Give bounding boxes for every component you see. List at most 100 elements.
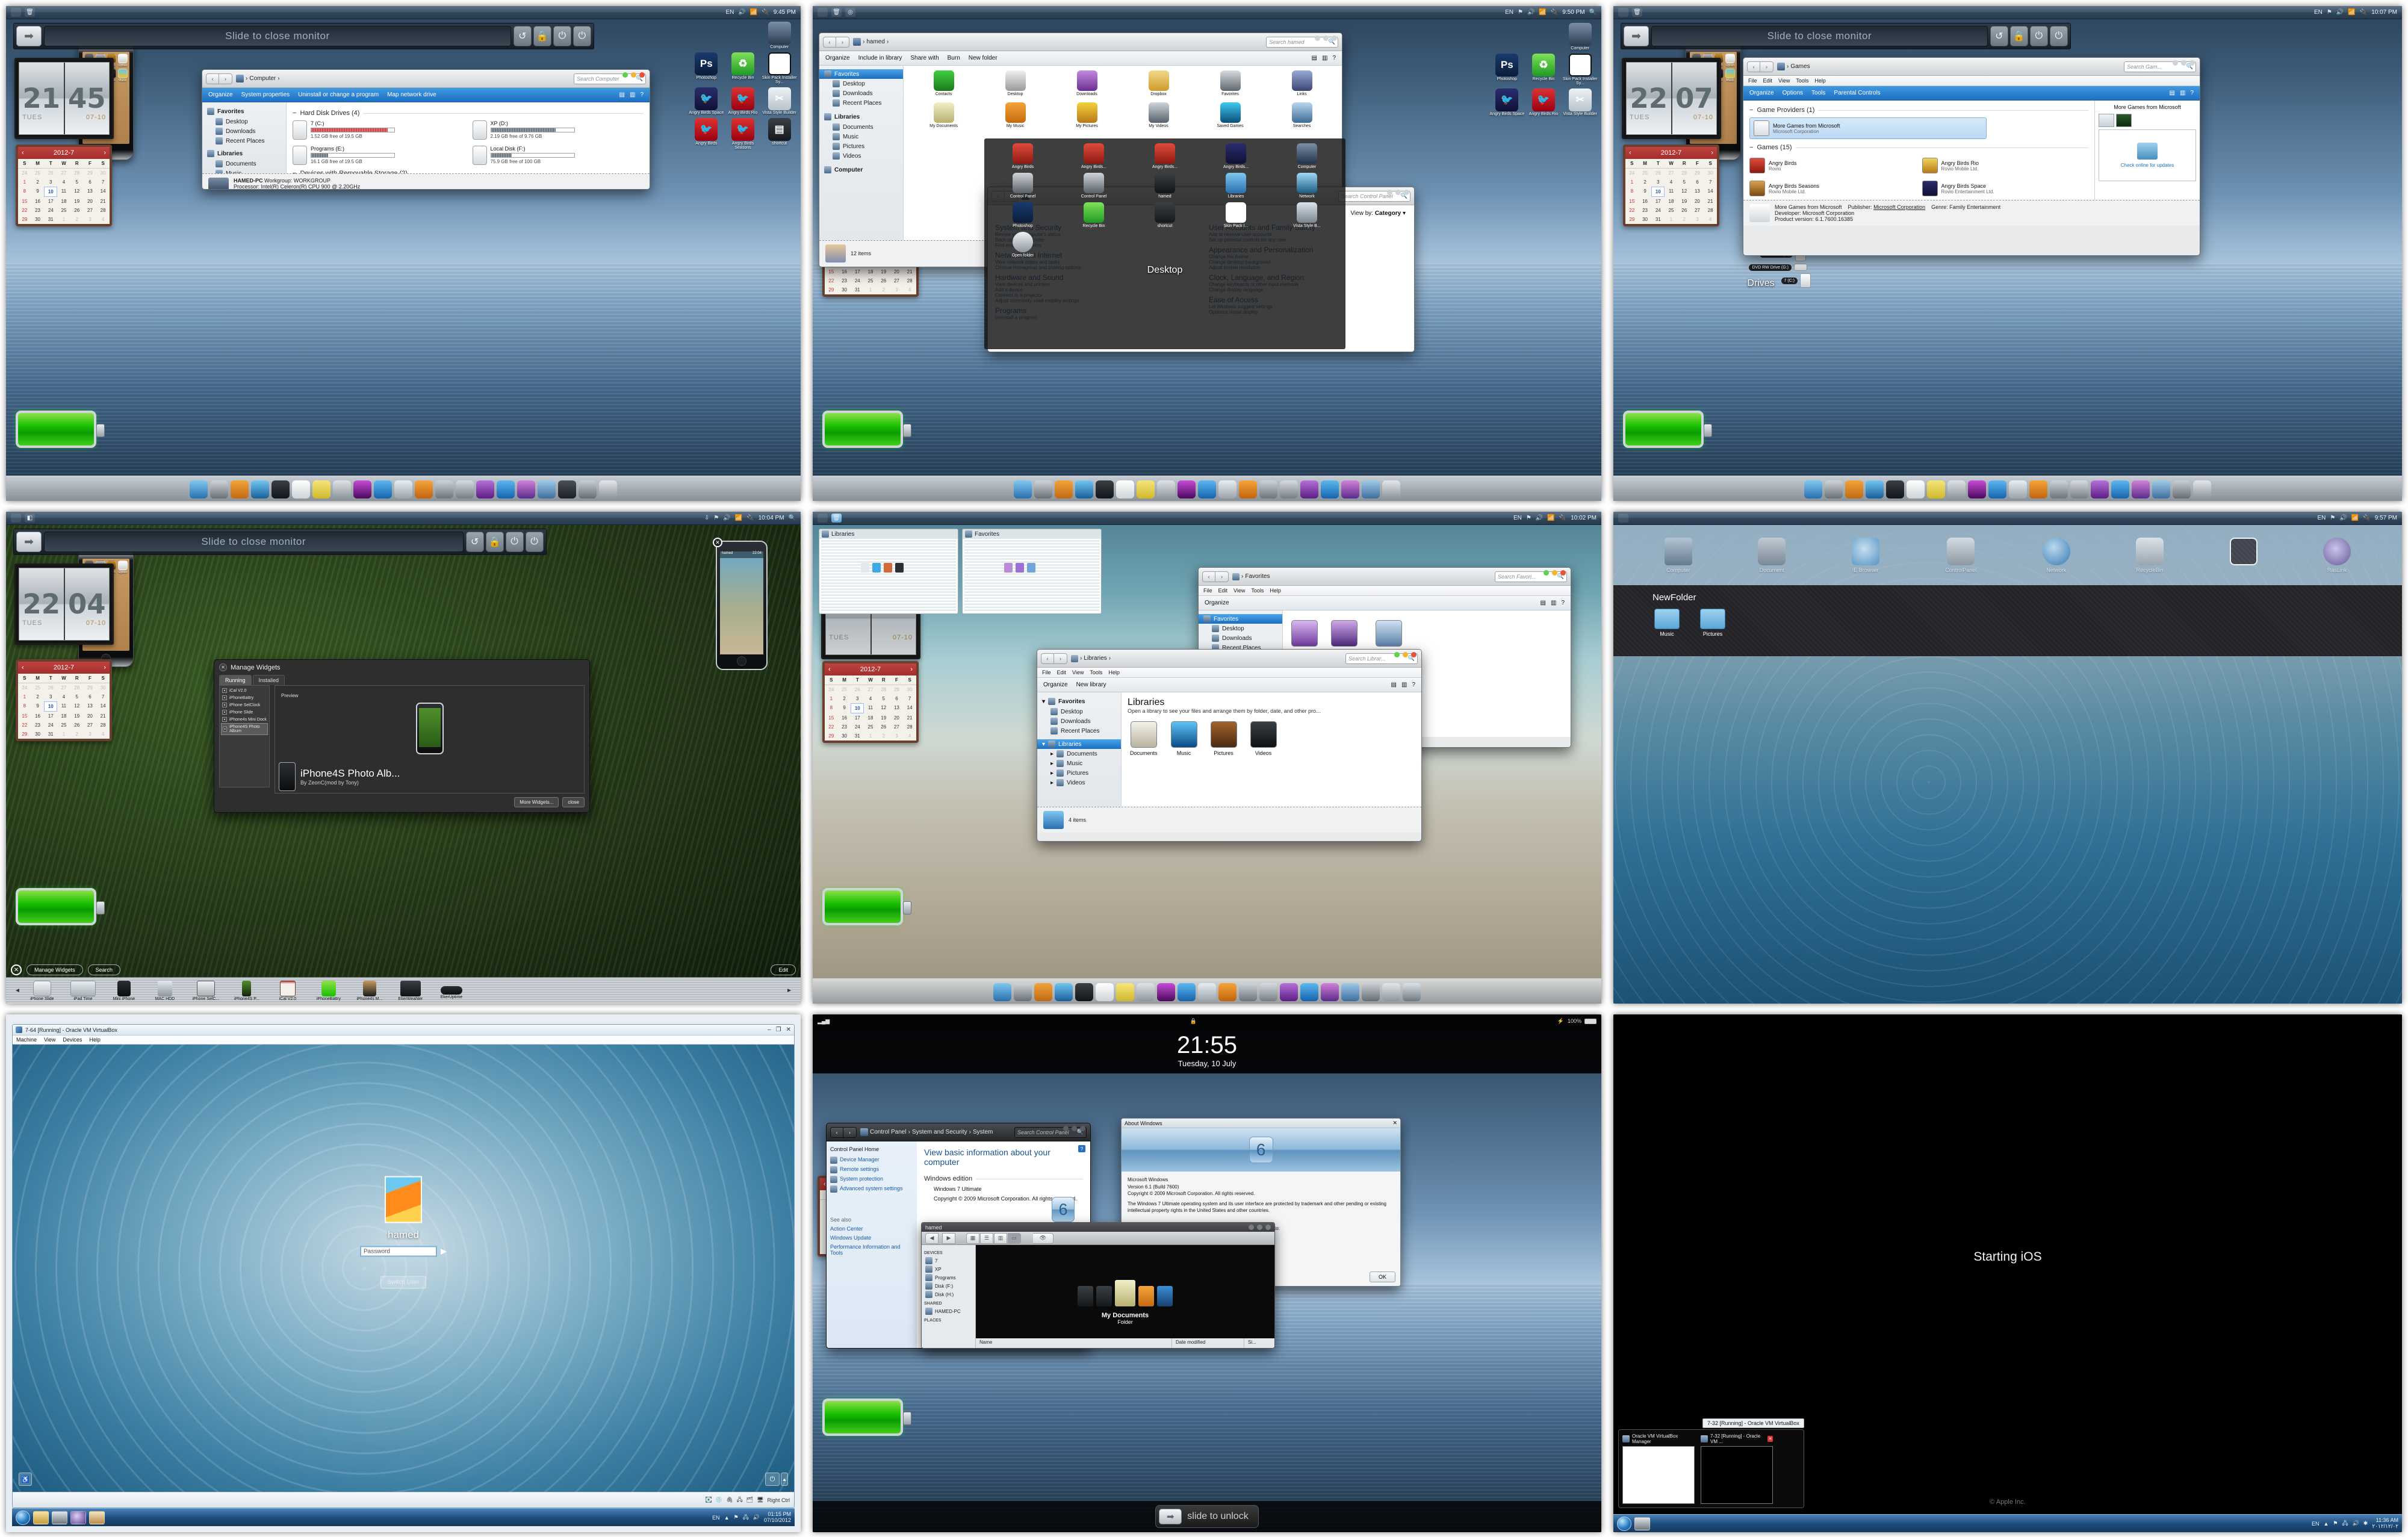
desktop-icon-photoshop[interactable]: Ps Photoshop (1489, 53, 1525, 86)
stack-item[interactable]: shortcut (1131, 202, 1199, 228)
desktop-stack-fan[interactable]: Angry Birds Angry Birds... Angry Birds..… (984, 138, 1345, 349)
folder-item[interactable]: My Videos (1125, 102, 1193, 128)
wifi-icon[interactable]: 📶 (1539, 9, 1546, 16)
preview-pane-icon[interactable]: ▥ (2180, 90, 2185, 96)
tray-volume-icon[interactable]: 🔊 (753, 1514, 760, 1521)
back-button[interactable]: ◀ (925, 1232, 939, 1244)
folder-item[interactable]: Contacts (910, 70, 978, 96)
close-widget-icon[interactable]: ✕ (713, 538, 722, 547)
power-icon[interactable]: ⏻ (765, 1473, 780, 1486)
dock-x-icon[interactable] (1157, 983, 1175, 1001)
dock-itunes-icon[interactable] (1218, 983, 1237, 1001)
nav-item-recent-places[interactable]: Recent Places (202, 136, 286, 146)
menu-view[interactable]: View (44, 1037, 55, 1043)
scroll-left-icon[interactable]: ◄ (14, 987, 20, 994)
maximize-icon[interactable] (1411, 652, 1417, 657)
breadcrumb-mid[interactable]: System and Security (912, 1129, 967, 1135)
volume-icon[interactable]: 🔊 (2336, 9, 2344, 16)
dock-mission-control-icon[interactable] (538, 480, 556, 498)
desktop-icon-angrybirds-space[interactable]: 🐦 Angry Birds Space (1489, 88, 1525, 117)
restart-icon[interactable]: ↺ (1990, 26, 2008, 46)
desktop-icon-computer[interactable]: Computer (1562, 23, 1598, 51)
navigation-pane[interactable]: Favorites Desktop Downloads Recent Place… (202, 102, 287, 173)
dock-photos-icon[interactable] (1321, 983, 1339, 1001)
share-with-menu[interactable]: Share with (910, 55, 939, 61)
dock-tools-icon[interactable] (1362, 983, 1380, 1001)
window-controls[interactable] (1387, 190, 1409, 195)
stack-item[interactable]: Skin Pack I... (1202, 202, 1270, 228)
dock-quicktime-icon[interactable] (1886, 480, 1904, 498)
library-item[interactable]: Pictures (1210, 721, 1237, 756)
dock-settings-icon[interactable] (1825, 480, 1843, 498)
help-icon[interactable]: ? (1332, 55, 1336, 61)
taskbar-virtualbox-icon[interactable] (52, 1511, 67, 1524)
dock-item-document[interactable]: Document (1758, 537, 1786, 573)
stack-item[interactable]: Recycle Bin (1060, 202, 1128, 228)
maximize-icon[interactable] (1080, 1126, 1085, 1131)
battery-icon[interactable]: 🔌 (2363, 515, 2370, 521)
menu-view[interactable]: View (1233, 588, 1245, 594)
close-icon[interactable] (1394, 652, 1400, 657)
dock-stickies-icon[interactable] (312, 480, 330, 498)
menu-view[interactable]: View (1072, 669, 1084, 675)
game-row[interactable]: Angry Birds Seasons Rovio Mobile Ltd. (1749, 181, 1916, 196)
dock-x-icon[interactable] (1178, 480, 1196, 498)
dock-launchpad-icon[interactable] (1845, 480, 1863, 498)
nav-item-downloads[interactable]: Downloads (1037, 716, 1121, 726)
nav-group-favorites[interactable]: Favorites (819, 69, 903, 79)
dock-trash-icon[interactable] (1382, 480, 1400, 498)
maximize-icon[interactable] (1332, 36, 1337, 41)
desktop-icon-vista-style-builder[interactable]: ✂ Vista Style Builder (1562, 88, 1598, 117)
uninstall-program-button[interactable]: Uninstall or change a program (298, 92, 379, 98)
app-option-icon[interactable] (1725, 54, 1735, 63)
detail-publisher[interactable]: Microsoft Corporation (1873, 204, 1925, 210)
battery-icon[interactable]: 🔌 (1559, 515, 1566, 521)
close-icon[interactable]: ✕ (786, 1026, 791, 1033)
group-header-removable[interactable]: − Devices with Removable Storage (2) (293, 170, 644, 173)
column-name[interactable]: Name (976, 1338, 1172, 1348)
calendar-next-icon[interactable]: › (1711, 149, 1713, 157)
maximize-icon[interactable] (2189, 60, 2195, 66)
dock-music-icon[interactable] (1280, 983, 1298, 1001)
game-provider-row[interactable]: More Games from Microsoft Microsoft Corp… (1749, 117, 1987, 139)
menu-tools[interactable]: Tools (1796, 78, 1808, 84)
desktop-icon-shortcut[interactable]: ▤ shortcut (762, 117, 797, 151)
dock-mission-control-icon[interactable] (1341, 983, 1359, 1001)
checkbox-icon[interactable]: ✕ (222, 717, 227, 722)
taskbar-language[interactable]: EN (2312, 1521, 2320, 1527)
calendar-prev-icon[interactable]: ‹ (22, 149, 24, 157)
advanced-system-settings-link[interactable]: Advanced system settings (840, 1185, 903, 1193)
shutdown-icon[interactable]: ⏻ (525, 532, 544, 552)
desktop-icon-angrybirds[interactable]: 🐦 Angry Birds (689, 117, 724, 151)
optical-drive-icon[interactable] (1794, 264, 1807, 271)
widget-row[interactable]: ✕ iPhone SelClock (221, 701, 268, 709)
download-icon[interactable]: ⇩ (704, 515, 709, 521)
window-controls[interactable] (1544, 570, 1566, 576)
dock-photos-icon[interactable] (1341, 480, 1359, 498)
drive-item[interactable]: XP (D:) 2.19 GB free of 9.76 GB (472, 120, 644, 140)
nav-group-libraries[interactable]: Libraries (202, 148, 286, 159)
dock-appstore-icon[interactable] (1988, 480, 2006, 498)
performance-info-link[interactable]: Performance Information and Tools (830, 1244, 913, 1256)
tray-network-icon[interactable]: 🖧 (743, 1513, 749, 1523)
slide-handle-icon[interactable]: ➡ (1624, 26, 1649, 46)
device-item[interactable]: Disk (H:) (924, 1290, 973, 1299)
status-icon-usb[interactable]: 🖇 (726, 1497, 733, 1503)
nav-group-computer[interactable]: Computer (819, 164, 903, 175)
dock-photos-icon[interactable] (517, 480, 535, 498)
dock-textedit-icon[interactable] (292, 480, 310, 498)
trash-menu-icon[interactable]: 🗑 (831, 514, 842, 523)
calendar-next-icon[interactable]: › (910, 666, 913, 673)
minimize-icon[interactable] (1072, 1126, 1077, 1131)
checkbox-icon[interactable]: ✕ (222, 703, 227, 707)
dock-photos-icon[interactable] (2132, 480, 2150, 498)
dock-sync-icon[interactable] (1259, 983, 1277, 1001)
apple-menu-icon[interactable] (818, 514, 828, 523)
lock-icon[interactable]: 🔒 (2009, 26, 2028, 46)
breadcrumb[interactable]: › Favorites (1232, 573, 1491, 580)
volume-icon[interactable]: 🔊 (723, 515, 730, 521)
view-layout-icon[interactable]: ▤ (619, 92, 625, 98)
nav-item-videos[interactable]: Videos (819, 151, 903, 161)
action-center-link[interactable]: Action Center (830, 1226, 913, 1232)
dock-utilities-icon[interactable] (1239, 983, 1257, 1001)
